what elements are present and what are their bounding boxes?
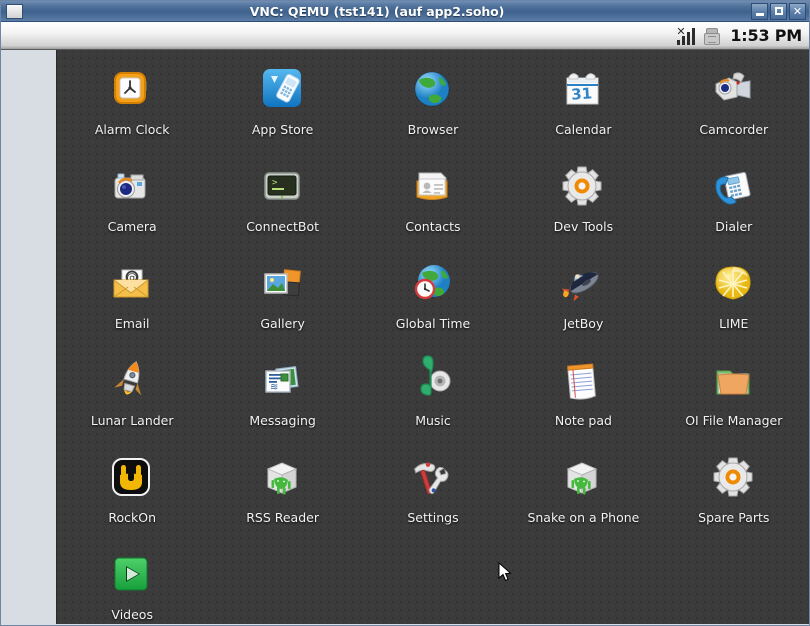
maximize-button[interactable] <box>770 2 787 20</box>
app-label: Contacts <box>405 219 461 234</box>
lemon-icon[interactable] <box>708 258 760 310</box>
app-label: ConnectBot <box>246 219 319 234</box>
app-label: Settings <box>407 510 459 525</box>
app-label: Lunar Lander <box>90 413 174 428</box>
app-icon-contacts[interactable]: Contacts <box>358 155 508 252</box>
app-label: Gallery <box>260 316 305 331</box>
app-drawer: Alarm Clock App Store Browser 31 Calendar <box>56 50 809 624</box>
app-icon-jetboy[interactable]: JetBoy <box>508 252 658 349</box>
music-note-icon[interactable] <box>407 355 459 407</box>
app-label: Camera <box>107 219 157 234</box>
app-label: Email <box>114 316 150 331</box>
app-label: Music <box>415 413 451 428</box>
browser-globe-icon[interactable] <box>407 64 459 116</box>
window-title: VNC: QEMU (tst141) (auf app2.soho) <box>249 3 505 19</box>
notepad-icon[interactable] <box>557 355 609 407</box>
app-label: OI File Manager <box>685 413 783 428</box>
signal-no-service-icon: ✕ <box>676 26 696 45</box>
dialer-phone-icon[interactable] <box>708 161 760 213</box>
android-box-icon[interactable] <box>557 452 609 504</box>
app-icon-global-time[interactable]: Global Time <box>358 252 508 349</box>
video-play-icon[interactable] <box>106 549 158 601</box>
app-label: Note pad <box>554 413 612 428</box>
app-label: Global Time <box>395 316 471 331</box>
hammer-wrench-icon[interactable] <box>407 452 459 504</box>
app-grid: Alarm Clock App Store Browser 31 Calendar <box>57 50 809 624</box>
app-icon-videos[interactable]: Videos <box>57 543 207 624</box>
app-icon-dialer[interactable]: Dialer <box>659 155 809 252</box>
app-icon-lime[interactable]: LIME <box>659 252 809 349</box>
app-icon-browser[interactable]: Browser <box>358 58 508 155</box>
app-label: Dev Tools <box>553 219 614 234</box>
app-label: Messaging <box>249 413 316 428</box>
app-label: LIME <box>719 316 749 331</box>
app-label: JetBoy <box>563 316 604 331</box>
globe-clock-icon[interactable] <box>407 258 459 310</box>
app-label: Snake on a Phone <box>527 510 640 525</box>
app-label: Alarm Clock <box>94 122 170 137</box>
app-icon-rss-reader[interactable]: RSS Reader <box>207 446 357 543</box>
svg-text:>: > <box>272 178 278 188</box>
app-icon-alarm-clock[interactable]: Alarm Clock <box>57 58 207 155</box>
app-icon-settings[interactable]: Settings <box>358 446 508 543</box>
status-bar-clock: 1:53 PM <box>730 26 802 45</box>
camera-icon[interactable] <box>106 161 158 213</box>
window-titlebar[interactable]: VNC: QEMU (tst141) (auf app2.soho) ✕ <box>1 1 809 22</box>
messaging-cards-icon[interactable]: ≋ <box>257 355 309 407</box>
app-icon-connectbot[interactable]: > ConnectBot <box>207 155 357 252</box>
app-store-icon[interactable] <box>257 64 309 116</box>
app-icon-rockon[interactable]: RockOn <box>57 446 207 543</box>
app-icon-spare-parts[interactable]: Spare Parts <box>659 446 809 543</box>
app-icon-messaging[interactable]: ≋ Messaging <box>207 349 357 446</box>
app-icon-music[interactable]: Music <box>358 349 508 446</box>
vnc-window: VNC: QEMU (tst141) (auf app2.soho) ✕ ✕ 1… <box>0 0 810 626</box>
minimize-button[interactable] <box>751 2 768 20</box>
android-status-bar: ✕ 1:53 PM <box>1 22 809 50</box>
app-icon-snake-on-a-phone[interactable]: Snake on a Phone <box>508 446 658 543</box>
rockon-hand-icon[interactable] <box>106 452 158 504</box>
terminal-icon[interactable]: > <box>257 161 309 213</box>
app-icon-camcorder[interactable]: Camcorder <box>659 58 809 155</box>
app-label: Browser <box>407 122 459 137</box>
email-envelope-icon[interactable]: @ <box>106 258 158 310</box>
status-bar-icons: ✕ 1:53 PM <box>676 26 802 46</box>
rocket-jetboy-icon[interactable] <box>557 258 609 310</box>
app-label: App Store <box>251 122 314 137</box>
app-label: Spare Parts <box>698 510 770 525</box>
app-label: Camcorder <box>699 122 769 137</box>
app-icon-note-pad[interactable]: Note pad <box>508 349 658 446</box>
alarm-clock-icon[interactable] <box>106 64 158 116</box>
app-icon-gallery[interactable]: Gallery <box>207 252 357 349</box>
app-label: Dialer <box>715 219 753 234</box>
gear-icon[interactable] <box>557 161 609 213</box>
app-icon-lunar-lander[interactable]: Lunar Lander <box>57 349 207 446</box>
app-label: RockOn <box>108 510 157 525</box>
close-button[interactable]: ✕ <box>789 2 806 20</box>
calendar-icon[interactable]: 31 <box>557 64 609 116</box>
gear-icon[interactable] <box>708 452 760 504</box>
window-controls: ✕ <box>751 2 806 20</box>
app-icon-calendar[interactable]: 31 Calendar <box>508 58 658 155</box>
svg-text:≋: ≋ <box>270 382 278 393</box>
app-icon-dev-tools[interactable]: Dev Tools <box>508 155 658 252</box>
svg-text:31: 31 <box>571 84 593 103</box>
lunar-rocket-icon[interactable] <box>106 355 158 407</box>
gallery-photos-icon[interactable] <box>257 258 309 310</box>
usb-debugging-icon <box>702 27 721 45</box>
app-icon-email[interactable]: @ Email <box>57 252 207 349</box>
app-label: RSS Reader <box>246 510 319 525</box>
app-label: Calendar <box>555 122 612 137</box>
camcorder-icon[interactable] <box>708 64 760 116</box>
android-box-icon[interactable] <box>257 452 309 504</box>
app-icon-oi-file-manager[interactable]: OI File Manager <box>659 349 809 446</box>
contacts-icon[interactable] <box>407 161 459 213</box>
app-icon-app-store[interactable]: App Store <box>207 58 357 155</box>
folder-icon[interactable] <box>708 355 760 407</box>
app-icon-camera[interactable]: Camera <box>57 155 207 252</box>
app-label: Videos <box>111 607 153 622</box>
